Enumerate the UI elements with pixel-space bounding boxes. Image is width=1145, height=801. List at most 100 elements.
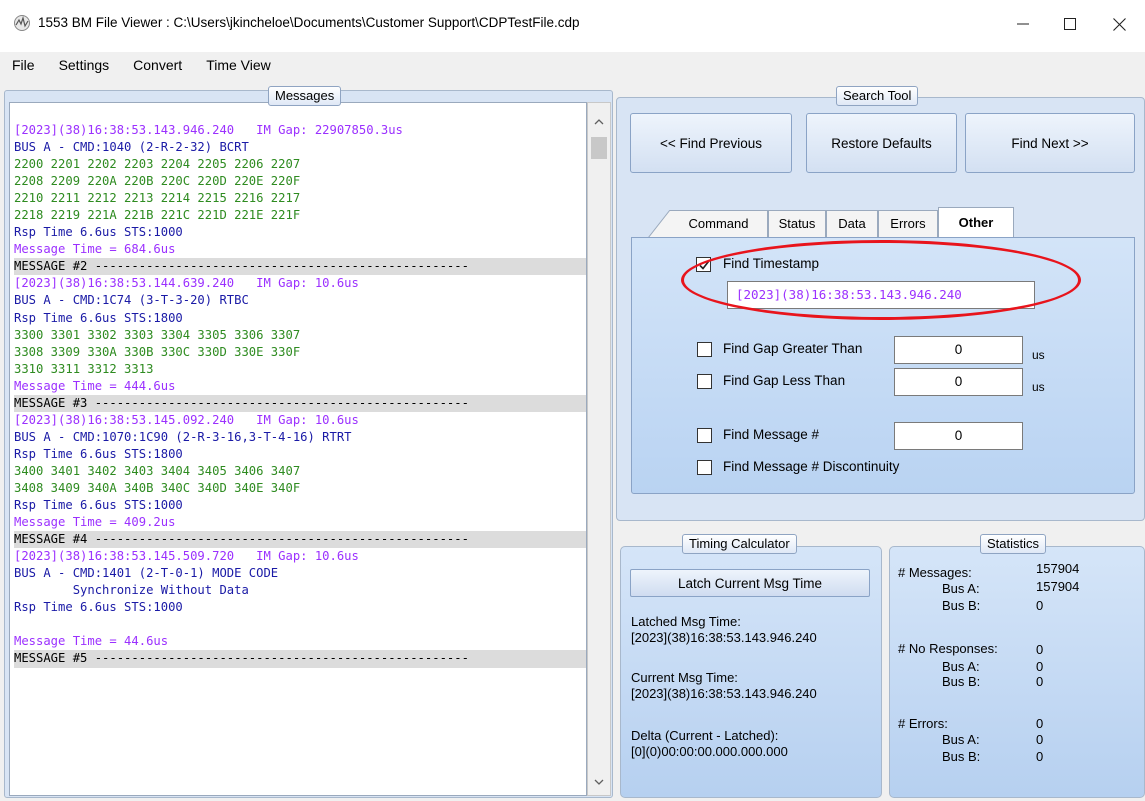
menu-bar: File Settings Convert Time View: [0, 52, 1145, 78]
stat-no-responses-bus-a-label: Bus A:: [942, 659, 980, 674]
stat-errors-bus-a-label: Bus A:: [942, 732, 980, 747]
stat-no-responses-bus-b-value: 0: [1036, 674, 1044, 689]
messages-text-area[interactable]: [2023](38)16:38:53.143.946.240 IM Gap: 2…: [9, 102, 587, 796]
menu-settings[interactable]: Settings: [59, 57, 110, 73]
message-line: Message Time = 44.6us: [14, 634, 169, 649]
message-line: 3300 3301 3302 3303 3304 3305 3306 3307: [14, 327, 301, 342]
find-gap-less-checkbox[interactable]: [697, 374, 712, 389]
find-gap-greater-label: Find Gap Greater Than: [723, 341, 863, 356]
message-line: 2200 2201 2202 2203 2204 2205 2206 2207: [14, 157, 301, 172]
chevron-down-icon: [594, 779, 604, 785]
message-separator: MESSAGE #3 -----------------------------…: [14, 394, 586, 412]
message-line: 3310 3311 3312 3313: [14, 361, 154, 376]
find-discontinuity-label: Find Message # Discontinuity: [723, 459, 900, 474]
find-message-checkbox[interactable]: [697, 428, 712, 443]
find-message-input[interactable]: 0: [894, 422, 1023, 450]
message-line: [14, 616, 586, 633]
tab-status[interactable]: Status: [768, 210, 826, 238]
message-line: Message Time = 409.2us: [14, 515, 176, 530]
find-previous-button[interactable]: << Find Previous: [630, 113, 792, 173]
messages-scrollbar[interactable]: [587, 102, 611, 796]
find-message-label: Find Message #: [723, 427, 820, 442]
maximize-icon: [1064, 18, 1076, 30]
stat-messages-bus-a-label: Bus A:: [942, 581, 980, 596]
statistics-panel: [889, 546, 1145, 798]
message-separator: MESSAGE #4 -----------------------------…: [14, 531, 586, 549]
message-line: [2023](38)16:38:53.144.639.240 IM Gap: 1…: [14, 276, 359, 291]
message-line: Rsp Time 6.6us STS:1000: [14, 498, 183, 513]
message-line: Message Time = 444.6us: [14, 378, 176, 393]
message-line: Synchronize Without Data: [14, 583, 249, 598]
stat-errors-value: 0: [1036, 716, 1044, 731]
stat-messages-bus-b-value: 0: [1036, 598, 1044, 613]
find-next-button[interactable]: Find Next >>: [965, 113, 1135, 173]
latch-current-msg-time-button[interactable]: Latch Current Msg Time: [630, 569, 870, 597]
stat-messages-bus-b-label: Bus B:: [942, 598, 981, 613]
message-line: BUS A - CMD:1070:1C90 (2-R-3-16,3-T-4-16…: [14, 429, 352, 444]
current-msg-time-label: Current Msg Time:: [631, 670, 738, 685]
latched-msg-time-value: [2023](38)16:38:53.143.946.240: [631, 630, 817, 645]
message-line: Rsp Time 6.6us STS:1800: [14, 310, 183, 325]
stat-errors-bus-a-value: 0: [1036, 732, 1044, 747]
message-line: 2210 2211 2212 2213 2214 2215 2216 2217: [14, 191, 301, 206]
menu-convert[interactable]: Convert: [133, 57, 182, 73]
scroll-thumb[interactable]: [591, 137, 607, 159]
message-line: [2023](38)16:38:53.145.092.240 IM Gap: 1…: [14, 412, 359, 427]
stat-messages-value: 157904: [1036, 561, 1080, 576]
message-line: 3408 3409 340A 340B 340C 340D 340E 340F: [14, 480, 301, 495]
highlight-oval: [681, 240, 1081, 320]
find-discontinuity-checkbox[interactable]: [697, 460, 712, 475]
maximize-button[interactable]: [1047, 0, 1093, 48]
chevron-up-icon: [594, 119, 604, 125]
message-line: Rsp Time 6.6us STS:1800: [14, 446, 183, 461]
delta-label: Delta (Current - Latched):: [631, 728, 779, 743]
minimize-button[interactable]: [1000, 0, 1046, 48]
message-line: 3308 3309 330A 330B 330C 330D 330E 330F: [14, 344, 301, 359]
statistics-title: Statistics: [980, 534, 1047, 554]
restore-defaults-button[interactable]: Restore Defaults: [806, 113, 957, 173]
scroll-up-button[interactable]: [588, 111, 610, 133]
tab-data[interactable]: Data: [826, 210, 878, 238]
stat-no-responses-bus-a-value: 0: [1036, 659, 1044, 674]
message-line: [2023](38)16:38:53.145.509.720 IM Gap: 1…: [14, 549, 359, 564]
find-gap-less-label: Find Gap Less Than: [723, 373, 846, 388]
message-line: 2208 2209 220A 220B 220C 220D 220E 220F: [14, 174, 301, 189]
message-line: 3400 3401 3402 3403 3404 3405 3406 3407: [14, 463, 301, 478]
stat-errors-label: # Errors:: [898, 716, 948, 731]
stat-no-responses-bus-b-label: Bus B:: [942, 674, 981, 689]
message-line: BUS A - CMD:1040 (2-R-2-32) BCRT: [14, 140, 249, 155]
find-gap-greater-checkbox[interactable]: [697, 342, 712, 357]
message-line: Message Time = 684.6us: [14, 242, 176, 257]
stat-no-responses-label: # No Responses:: [898, 641, 998, 656]
message-line: 2218 2219 221A 221B 221C 221D 221E 221F: [14, 208, 301, 223]
message-separator: MESSAGE #2 -----------------------------…: [14, 258, 586, 276]
stat-errors-bus-b-label: Bus B:: [942, 749, 981, 764]
tab-command[interactable]: Command: [670, 210, 768, 238]
menu-file[interactable]: File: [12, 57, 35, 73]
latched-msg-time-label: Latched Msg Time:: [631, 614, 741, 629]
minimize-icon: [1017, 23, 1029, 25]
gap-greater-unit: us: [1032, 348, 1045, 362]
message-line: [2023](38)16:38:53.143.946.240 IM Gap: 2…: [14, 123, 403, 137]
stat-no-responses-value: 0: [1036, 642, 1044, 657]
search-tool-title: Search Tool: [836, 86, 919, 106]
close-button[interactable]: [1096, 0, 1142, 48]
message-line: Rsp Time 6.6us STS:1000: [14, 600, 183, 615]
delta-value: [0](0)00:00:00.000.000.000: [631, 744, 788, 759]
stat-errors-bus-b-value: 0: [1036, 749, 1044, 764]
gap-less-input[interactable]: 0: [894, 368, 1023, 396]
title-bar: 1553 BM File Viewer : C:\Users\jkinchelo…: [0, 0, 1145, 52]
tab-other[interactable]: Other: [938, 207, 1014, 238]
tab-errors[interactable]: Errors: [878, 210, 938, 238]
window-title: 1553 BM File Viewer : C:\Users\jkinchelo…: [38, 15, 580, 30]
message-line: BUS A - CMD:1401 (2-T-0-1) MODE CODE: [14, 566, 279, 581]
timing-calculator-title: Timing Calculator: [682, 534, 797, 554]
message-separator: MESSAGE #5 -----------------------------…: [14, 650, 586, 668]
stat-messages-bus-a-value: 157904: [1036, 579, 1080, 594]
close-icon: [1112, 17, 1126, 31]
menu-time-view[interactable]: Time View: [206, 57, 271, 73]
messages-group-title: Messages: [268, 86, 342, 106]
scroll-down-button[interactable]: [588, 771, 610, 793]
gap-greater-input[interactable]: 0: [894, 336, 1023, 364]
gap-less-unit: us: [1032, 380, 1045, 394]
